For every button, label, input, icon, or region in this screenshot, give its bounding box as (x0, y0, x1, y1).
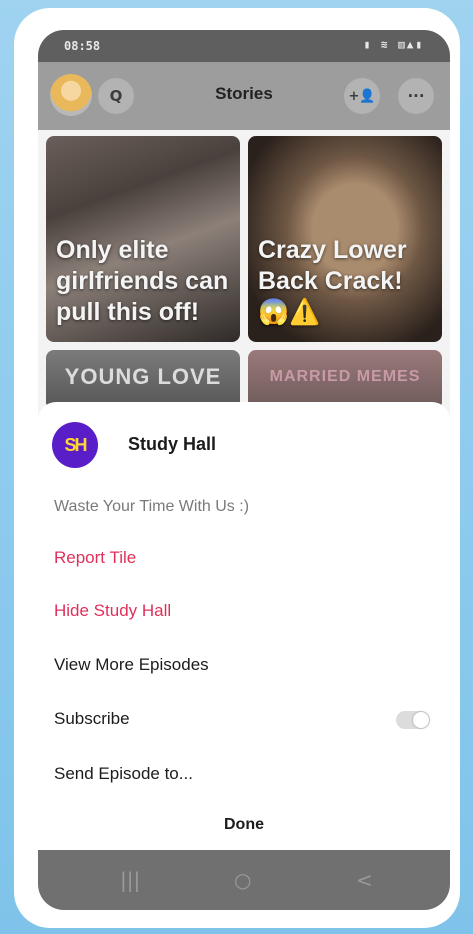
publisher-name[interactable]: Study Hall (128, 434, 216, 455)
stories-header: Q Stories +👤 ··· (38, 62, 450, 130)
send-episode-button[interactable]: Send Episode to... (54, 764, 193, 784)
status-time: 08:58 (64, 39, 101, 53)
subscribe-label: Subscribe (54, 709, 130, 728)
hide-publisher-button[interactable]: Hide Study Hall (54, 601, 171, 621)
add-friend-button[interactable]: +👤 (344, 78, 380, 114)
status-icons: ▮ ≋ ▥▲▮ (363, 38, 424, 51)
back-icon[interactable]: < (356, 868, 373, 892)
story-caption: Crazy Lower Back Crack! 😱⚠️ (258, 236, 407, 326)
page-title: Stories (215, 84, 273, 103)
phone-screen: 08:58 ▮ ≋ ▥▲▮ Q Stories +👤 ··· Only elit… (38, 30, 450, 910)
story-caption: YOUNG LOVE (64, 364, 222, 389)
publisher-logo-text: SH (64, 434, 87, 455)
more-icon: ··· (407, 87, 425, 105)
story-tile[interactable]: YOUNG LOVE (46, 350, 240, 410)
recents-icon[interactable]: ||| (120, 868, 140, 892)
publisher-logo: SH (52, 422, 98, 468)
publisher-description: Waste Your Time With Us :) (54, 498, 250, 515)
story-tile[interactable]: MARRIED MEMES (248, 350, 442, 410)
action-sheet: SH Study Hall Waste Your Time With Us :)… (38, 402, 450, 850)
add-friend-icon: +👤 (348, 88, 376, 104)
view-more-episodes-button[interactable]: View More Episodes (54, 655, 209, 675)
home-icon[interactable]: ○ (234, 868, 251, 892)
story-caption: MARRIED MEMES (269, 368, 421, 385)
toggle-knob (413, 712, 429, 728)
story-tile[interactable]: Only elite girlfriends can pull this off… (46, 136, 240, 342)
subscribe-toggle[interactable] (396, 711, 430, 729)
story-tile[interactable]: Crazy Lower Back Crack! 😱⚠️ (248, 136, 442, 342)
done-button[interactable]: Done (38, 816, 450, 834)
system-nav-bar: ||| ○ < (38, 850, 450, 910)
status-bar: 08:58 ▮ ≋ ▥▲▮ (38, 30, 450, 62)
story-caption: Only elite girlfriends can pull this off… (56, 236, 229, 326)
more-button[interactable]: ··· (398, 78, 434, 114)
report-tile-button[interactable]: Report Tile (54, 548, 136, 568)
stories-grid: Only elite girlfriends can pull this off… (46, 136, 442, 410)
